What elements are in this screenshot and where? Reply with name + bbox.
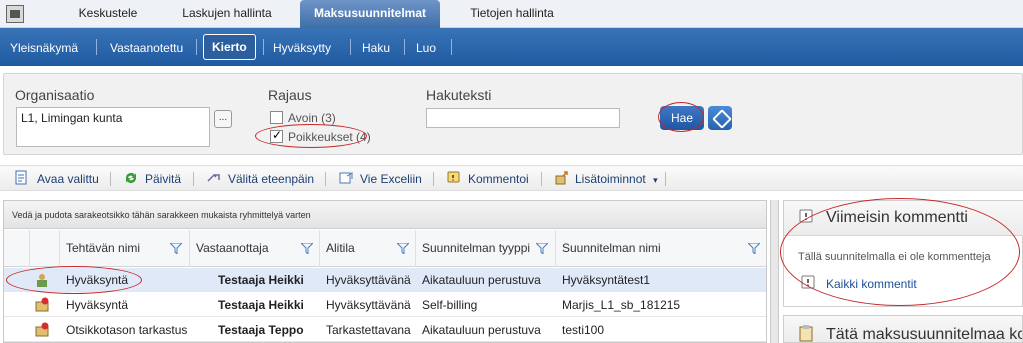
organisaatio-label: Organisaatio <box>15 87 95 103</box>
subnav-haku[interactable]: Haku <box>362 39 390 57</box>
latest-comment-title: Viimeisin kommentti <box>826 209 968 226</box>
lisatoiminnot-button[interactable]: Lisätoiminnot ▾ <box>575 171 658 187</box>
subnav-vastaanotettu[interactable]: Vastaanotettu <box>110 39 183 57</box>
task-name-cell: Otsikkotason tarkastus <box>66 323 188 337</box>
comment-icon <box>447 171 460 183</box>
clear-search-button[interactable] <box>708 106 732 130</box>
kommentoi-button[interactable]: Kommentoi <box>468 171 529 187</box>
tab-tietojen-hallinta[interactable]: Tietojen hallinta <box>456 0 568 28</box>
avaa-valittu-button[interactable]: Avaa valittu <box>37 171 99 187</box>
receiver-cell: Testaaja Heikki <box>218 298 304 312</box>
group-by-hint: Vedä ja pudota sarakeotsikko tähän sarak… <box>4 201 766 229</box>
subnav-separator <box>196 39 197 55</box>
substatus-cell: Tarkastettavana <box>326 323 411 337</box>
subnav-separator <box>96 39 97 55</box>
substatus-cell: Hyväksyttävänä <box>326 273 411 287</box>
panel-splitter[interactable] <box>770 200 779 343</box>
table-row[interactable]: Hyväksyntä Testaaja Heikki Hyväksyttävän… <box>4 268 766 292</box>
export-excel-icon <box>339 172 353 184</box>
toolbar-separator <box>541 172 542 186</box>
filter-icon[interactable] <box>748 243 760 254</box>
toolbar-separator <box>665 172 666 186</box>
substatus-cell: Hyväksyttävänä <box>326 298 411 312</box>
tab-keskustele[interactable]: Keskustele <box>62 0 154 28</box>
grid-header: Tehtävän nimi Vastaanottaja Alitila Suun… <box>4 230 766 267</box>
hakuteksti-label: Hakuteksti <box>426 87 492 103</box>
comment-icon <box>799 209 813 223</box>
tab-laskujen-hallinta[interactable]: Laskujen hallinta <box>168 0 286 28</box>
task-grid: Vedä ja pudota sarakeotsikko tähän sarak… <box>3 200 767 343</box>
receiver-cell: Testaaja Heikki <box>218 273 304 287</box>
poikkeukset-label: Poikkeukset (4) <box>288 130 371 144</box>
toolbar-separator <box>433 172 434 186</box>
subnav-kierto[interactable]: Kierto <box>203 34 256 60</box>
all-comments-link[interactable]: Kaikki kommentit <box>826 277 917 291</box>
poikkeukset-checkbox[interactable] <box>270 128 283 143</box>
table-row[interactable]: Otsikkotason tarkastus Testaaja Teppo Ta… <box>4 318 766 342</box>
filter-icon[interactable] <box>397 243 409 254</box>
exception-task-icon <box>35 322 49 337</box>
plan-name-cell: Hyväksyntätest1 <box>562 273 651 287</box>
filter-panel: Organisaatio L1, Limingan kunta ... Raja… <box>3 73 1023 155</box>
filter-icon[interactable] <box>170 243 182 254</box>
plan-info-title: Tätä maksusuunnitelmaa kos <box>826 326 1023 343</box>
subnav-separator <box>350 39 351 55</box>
receiver-cell: Testaaja Teppo <box>218 323 304 337</box>
subnav-separator <box>404 39 405 55</box>
organisaatio-picker-button[interactable]: ... <box>214 110 232 128</box>
toolbar-separator <box>193 172 194 186</box>
sub-navigation: Yleisnäkymä Vastaanotettu Kierto Hyväksy… <box>0 28 1023 66</box>
paivita-button[interactable]: Päivitä <box>145 171 181 187</box>
toolbar-separator <box>110 172 111 186</box>
filter-icon[interactable] <box>536 243 548 254</box>
filter-icon[interactable] <box>301 243 313 254</box>
subnav-luo[interactable]: Luo <box>416 39 436 57</box>
refresh-icon <box>126 173 136 183</box>
hakuteksti-input[interactable] <box>426 108 620 128</box>
open-document-icon <box>15 170 27 185</box>
vie-exceliin-button[interactable]: Vie Exceliin <box>360 171 422 187</box>
plan-type-cell: Self-billing <box>422 298 478 312</box>
avoin-label: Avoin (3) <box>288 111 336 125</box>
grid-toolbar: Avaa valittu Päivitä Välitä eteenpäin Vi… <box>0 165 1023 191</box>
exception-task-icon <box>35 297 49 312</box>
top-tab-bar: Keskustele Laskujen hallinta Maksusuunni… <box>0 0 1023 28</box>
header-spacer <box>30 230 60 267</box>
comment-icon <box>801 275 815 289</box>
plan-info-panel: Tätä maksusuunnitelmaa kos <box>783 315 1023 343</box>
header-spacer <box>4 230 30 267</box>
rajaus-label: Rajaus <box>268 87 312 103</box>
forward-icon <box>207 173 220 182</box>
column-header-suunnitelman-nimi[interactable]: Suunnitelman nimi <box>556 230 766 267</box>
task-name-cell: Hyväksyntä <box>66 298 129 312</box>
organisaatio-field[interactable]: L1, Limingan kunta <box>16 107 210 147</box>
plan-type-cell: Aikatauluun perustuva <box>422 273 541 287</box>
plan-name-cell: Marjis_L1_sb_181215 <box>562 298 681 312</box>
subnav-separator <box>263 39 264 55</box>
plan-type-cell: Aikatauluun perustuva <box>422 323 541 337</box>
hae-button[interactable]: Hae <box>660 106 704 130</box>
table-row[interactable]: Hyväksyntä Testaaja Heikki Hyväksyttävän… <box>4 293 766 317</box>
column-header-suunnitelman-tyyppi[interactable]: Suunnitelman tyyppi <box>416 230 556 267</box>
tab-maksusuunnitelmat[interactable]: Maksusuunnitelmat <box>300 0 440 28</box>
subnav-yleisnakyma[interactable]: Yleisnäkymä <box>10 39 78 57</box>
briefcase-icon[interactable] <box>6 5 24 23</box>
valita-eteenpain-button[interactable]: Välitä eteenpäin <box>228 171 314 187</box>
chevron-down-icon: ▾ <box>653 175 658 185</box>
approval-task-icon <box>37 274 47 287</box>
avoin-checkbox[interactable] <box>270 111 283 124</box>
lisatoiminnot-label: Lisätoiminnot <box>575 172 646 186</box>
no-comments-text: Tällä suunnitelmalla ei ole kommentteja <box>798 251 991 263</box>
subnav-separator <box>451 39 452 55</box>
toolbar-separator <box>325 172 326 186</box>
clipboard-icon <box>799 325 813 342</box>
task-name-cell: Hyväksyntä <box>66 273 129 287</box>
plan-name-cell: testi100 <box>562 323 605 337</box>
more-actions-icon <box>555 171 568 185</box>
latest-comment-panel: Viimeisin kommentti Tällä suunnitelmalla… <box>783 200 1023 307</box>
subnav-hyvaksytty[interactable]: Hyväksytty <box>273 39 331 57</box>
